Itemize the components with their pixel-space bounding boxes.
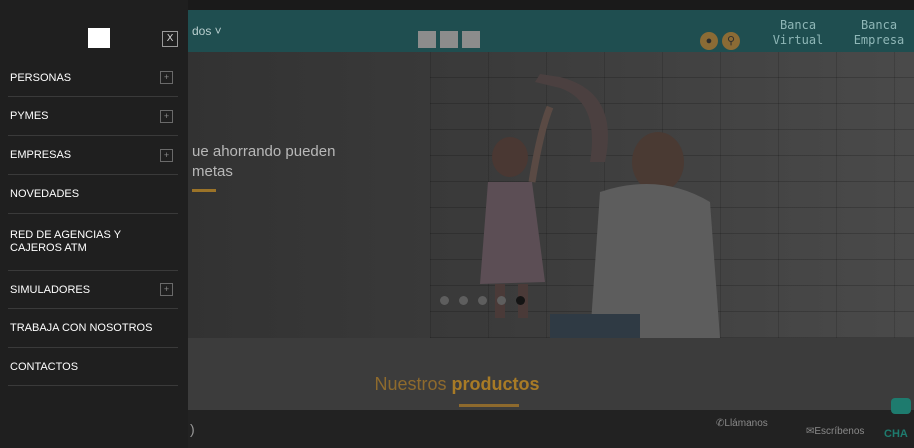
logo-square-1 (418, 31, 436, 48)
menu-item-simuladores[interactable]: SIMULADORES + (8, 271, 178, 309)
products-underline (459, 404, 519, 407)
menu-item-personas[interactable]: PERSONAS + (8, 59, 178, 97)
carousel-dot[interactable] (497, 296, 506, 305)
menu-item-novedades[interactable]: NOVEDADES (8, 175, 178, 214)
banca-empresa-button[interactable]: Banca Empresa (848, 18, 910, 48)
chat-label: CHA (884, 428, 908, 440)
menu-item-red-de-agencias[interactable]: RED DE AGENCIAS Y CAJEROS ATM (8, 214, 178, 271)
menu-item-pymes[interactable]: PYMES + (8, 97, 178, 136)
expand-plus-icon[interactable]: + (160, 148, 173, 162)
chat-button[interactable]: CHA (884, 398, 914, 448)
carousel-dot[interactable] (459, 296, 468, 305)
brand-logo[interactable] (88, 28, 110, 48)
expand-plus-icon[interactable]: + (160, 283, 173, 296)
write-link[interactable]: ✉Escríbenos (806, 426, 864, 437)
menu-item-label-line2: CAJEROS ATM (10, 242, 87, 254)
menu-item-label: PYMES (10, 110, 49, 122)
products-heading-bold: productos (451, 374, 540, 394)
hero-headline-line1: ue ahorrando pueden (192, 143, 336, 160)
menu-item-label: SIMULADORES (10, 283, 91, 296)
write-label: Escríbenos (814, 426, 865, 437)
carousel-dot-active[interactable] (516, 296, 525, 305)
chat-bubble-icon (891, 398, 911, 414)
menu-item-label: NOVEDADES (10, 188, 80, 200)
carousel-dot[interactable] (478, 296, 487, 305)
partner-logos (418, 31, 480, 48)
banca-virtual-button[interactable]: Banca Virtual (770, 18, 826, 48)
banca-empresa-line1: Banca (860, 18, 898, 32)
banca-virtual-line2: Virtual (772, 33, 824, 47)
menu-item-label: EMPRESAS (10, 149, 72, 161)
menu-item-label: CONTACTOS (10, 360, 79, 373)
hero-accent-underline (192, 189, 216, 192)
hero-headline: ue ahorrando pueden metas (192, 142, 335, 182)
banca-virtual-line1: Banca (779, 18, 817, 32)
products-heading-prefix: Nuestros (374, 374, 447, 394)
expand-plus-icon[interactable]: + (160, 71, 173, 84)
menu-item-label: TRABAJA CON NOSOTROS (10, 322, 153, 334)
menu-item-trabaja-con-nosotros[interactable]: TRABAJA CON NOSOTROS (8, 309, 178, 348)
menu-item-label-line1: RED DE AGENCIAS Y (10, 229, 122, 241)
logo-square-3 (462, 31, 480, 48)
page: dos ˅ ● ⚲ Banca Virtual Banca Empresa ue… (0, 0, 914, 448)
call-label: Llámanos (724, 418, 768, 429)
search-icon[interactable]: ⚲ (722, 32, 740, 50)
side-menu-list: PERSONAS + PYMES + EMPRESAS + NOVEDADES … (8, 59, 178, 386)
expand-plus-icon[interactable]: + (160, 109, 173, 123)
menu-item-label: RED DE AGENCIAS Y CAJEROS ATM (8, 229, 121, 255)
menu-item-label: PERSONAS (10, 71, 72, 84)
logo-square-2 (440, 31, 458, 48)
close-button[interactable]: X (162, 31, 178, 47)
hero-headline-line2: metas (192, 163, 233, 180)
menu-item-contactos[interactable]: CONTACTOS (8, 348, 178, 386)
side-menu-drawer: X PERSONAS + PYMES + EMPRESAS + NOVEDADE… (0, 0, 188, 448)
scroll-arrow-icon[interactable]: ) (190, 421, 195, 437)
carousel-dot[interactable] (440, 296, 449, 305)
menu-item-empresas[interactable]: EMPRESAS + (8, 136, 178, 175)
nav-menu-partial[interactable]: dos ˅ (192, 24, 222, 38)
location-icon[interactable]: ● (700, 32, 718, 50)
call-link[interactable]: ✆Llámanos (716, 418, 768, 429)
carousel-dots (440, 296, 525, 305)
banca-empresa-line2: Empresa (853, 33, 905, 47)
